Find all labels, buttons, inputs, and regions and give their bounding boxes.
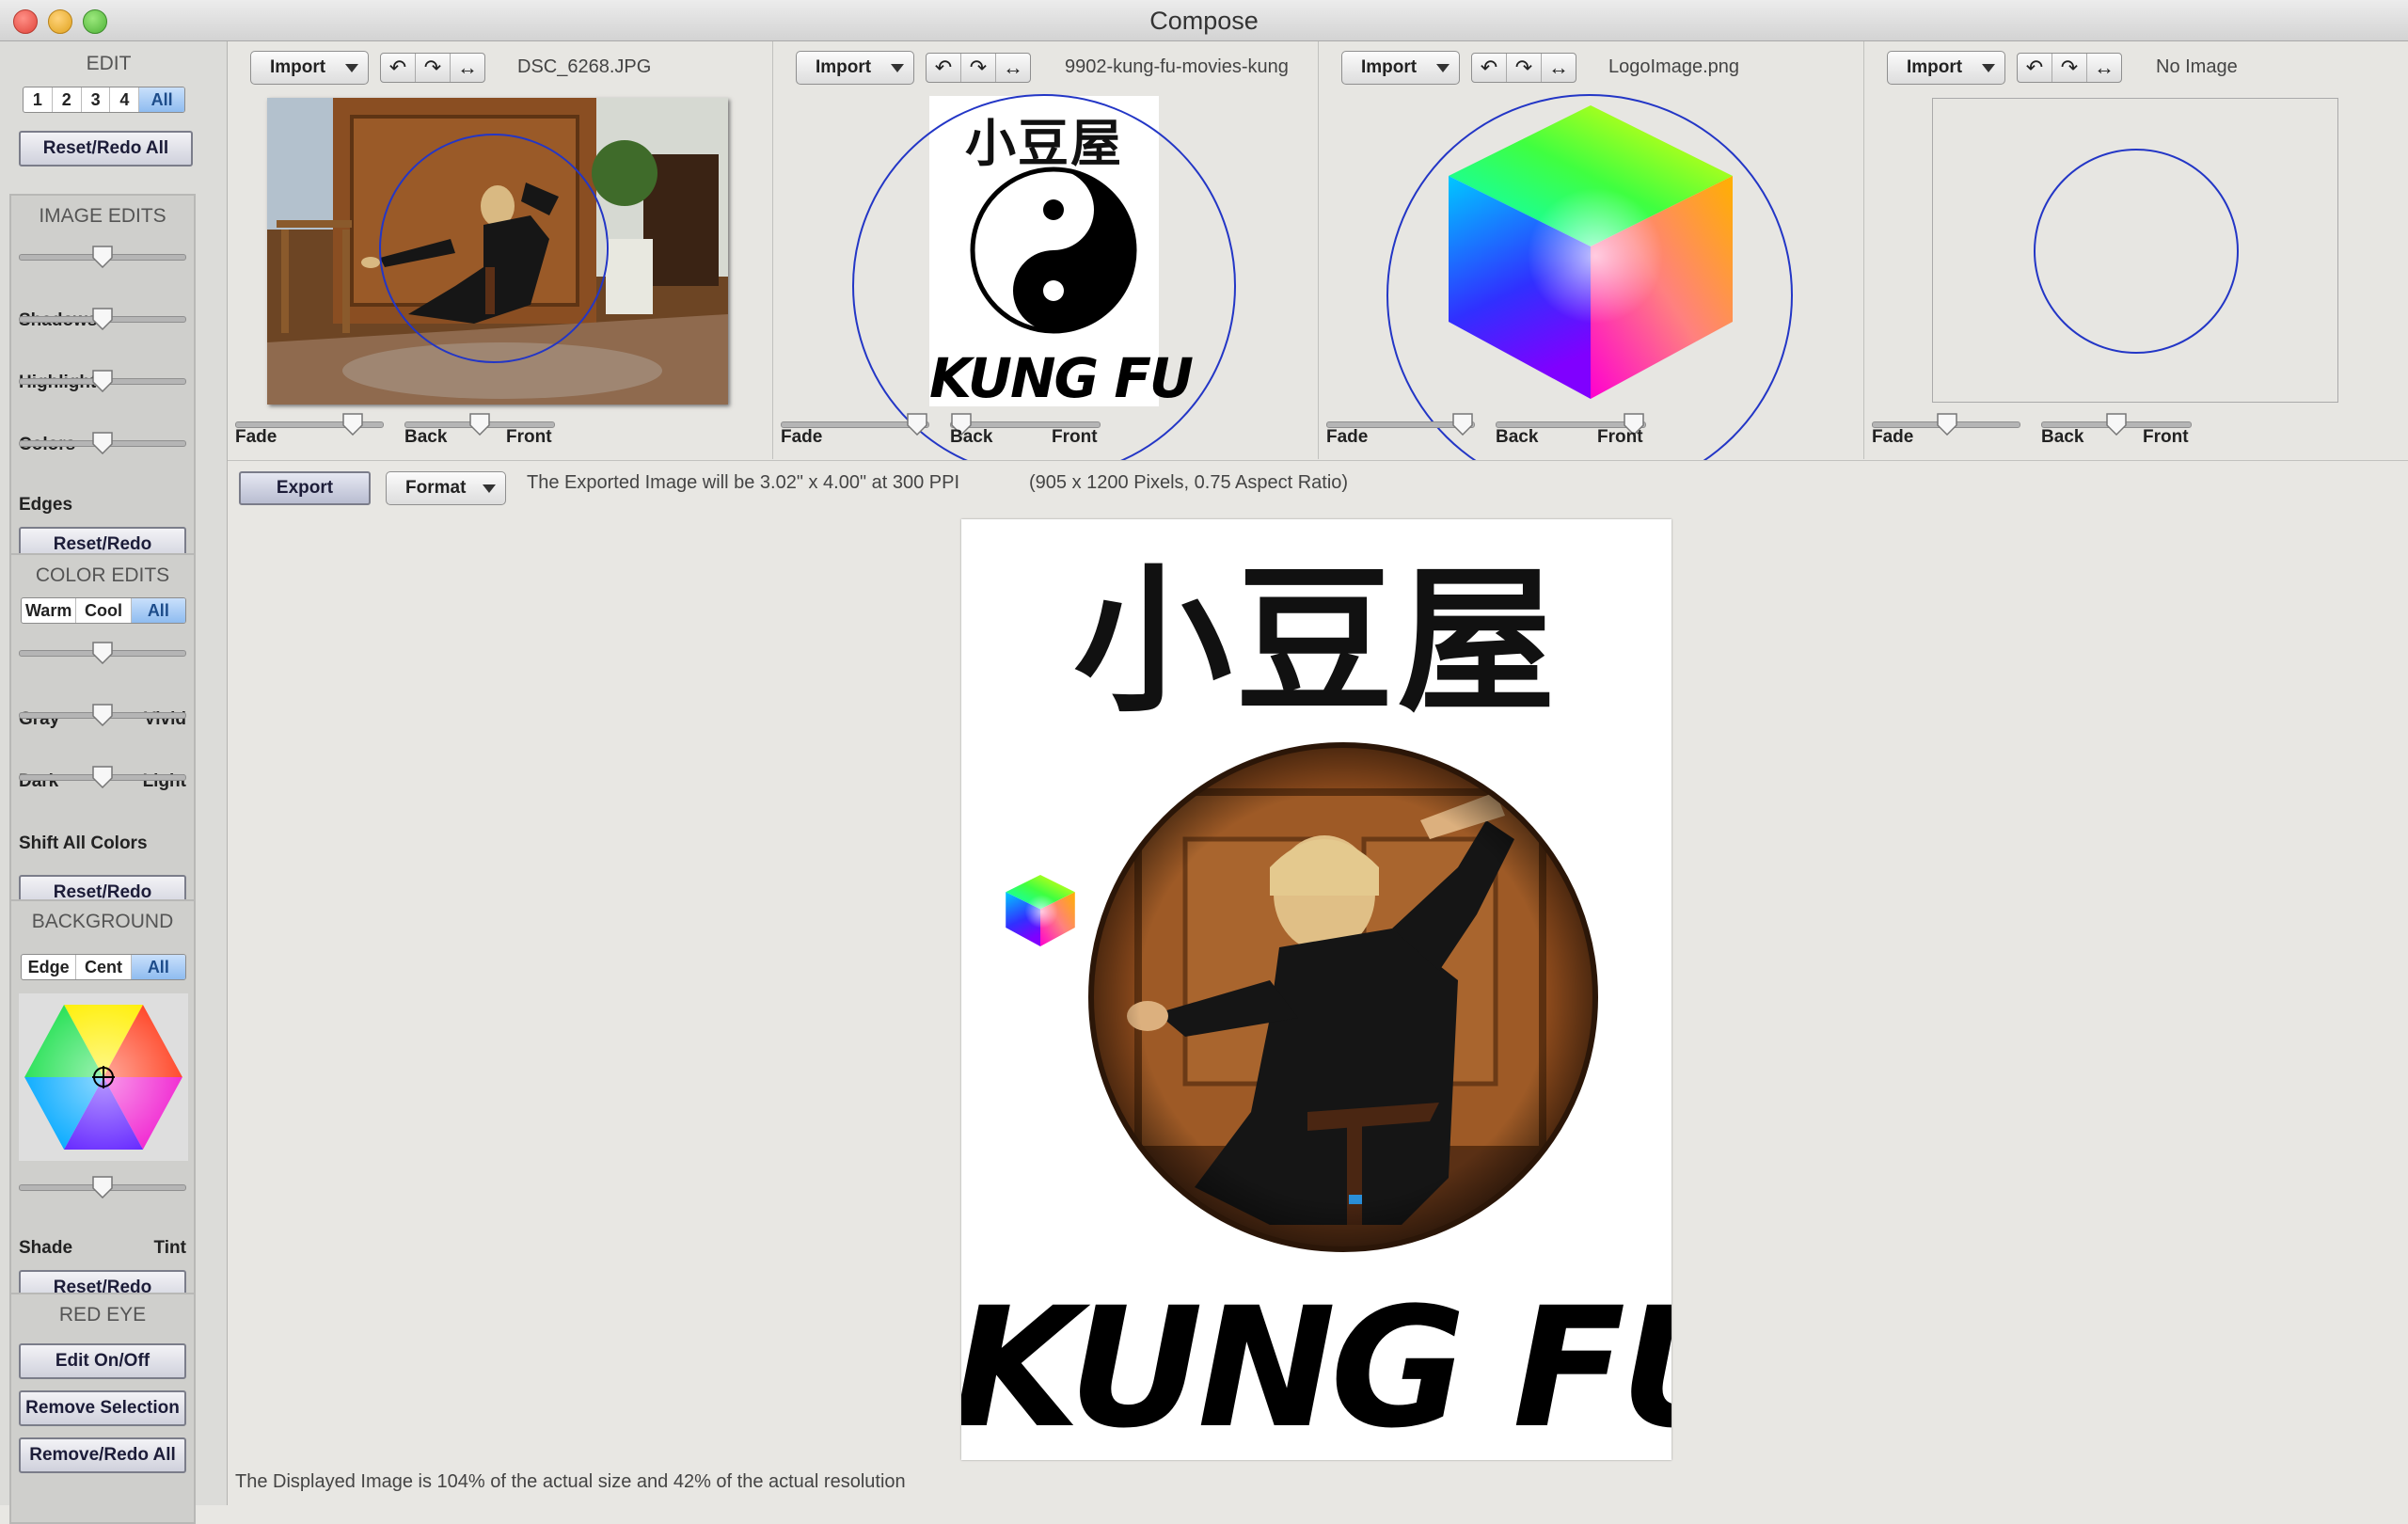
export-size-info: The Exported Image will be 3.02" x 4.00"…	[527, 472, 960, 493]
flip-horizontal-icon[interactable]: ↔	[451, 54, 484, 82]
export-button[interactable]: Export	[239, 471, 371, 505]
file-name: DSC_6268.JPG	[517, 56, 652, 77]
fade-label: Fade	[781, 427, 823, 447]
edit-on-off-button[interactable]: Edit On/Off	[19, 1343, 186, 1379]
background-group: BACKGROUND Edge Cent All Shade Tint Rese…	[9, 899, 196, 1319]
front-label: Front	[1597, 427, 1643, 447]
circular-photo	[1088, 742, 1598, 1252]
kanji-title: 小豆屋	[1073, 548, 1560, 734]
transform-tools: ↶ ↷ ↔	[1471, 53, 1576, 83]
edges-label: Edges	[19, 495, 73, 515]
fade-label: Fade	[1326, 427, 1369, 447]
fade-label: Fade	[235, 427, 277, 447]
flip-horizontal-icon[interactable]: ↔	[2087, 54, 2121, 82]
window-title: Compose	[1149, 7, 1259, 35]
background-color-picker[interactable]	[19, 993, 188, 1161]
rotate-left-icon[interactable]: ↶	[2018, 54, 2052, 82]
edit-title: EDIT	[86, 53, 132, 74]
shade-label: Shade	[19, 1238, 73, 1258]
back-label: Back	[1496, 427, 1539, 447]
import-button[interactable]: Import	[796, 51, 914, 85]
crop-circle[interactable]	[1386, 94, 1793, 497]
rotate-left-icon[interactable]: ↶	[927, 54, 961, 82]
transform-tools: ↶ ↷ ↔	[380, 53, 485, 83]
color-edits-title: COLOR EDITS	[35, 564, 170, 586]
remove-selection-button[interactable]: Remove Selection	[19, 1390, 186, 1426]
file-name: 9902-kung-fu-movies-kung	[1065, 56, 1289, 77]
crop-circle[interactable]	[379, 134, 609, 363]
rotate-left-icon[interactable]: ↶	[1472, 54, 1507, 82]
colors-slider[interactable]	[19, 370, 186, 392]
edit-tab-1[interactable]: 1	[24, 87, 53, 112]
background-tab-cent[interactable]: Cent	[76, 955, 132, 979]
edit-layer-selector: 1 2 3 4 All	[23, 87, 185, 113]
color-hexagon-icon[interactable]	[19, 993, 188, 1161]
flip-horizontal-icon[interactable]: ↔	[996, 54, 1030, 82]
rotate-right-icon[interactable]: ↷	[961, 54, 996, 82]
background-title: BACKGROUND	[31, 911, 174, 932]
layer-panel-3: Import ↶ ↷ ↔ LogoImage.png Fade Back Front	[1319, 41, 1864, 497]
sidebar: EDIT 1 2 3 4 All Reset/Redo All IMAGE ED…	[0, 41, 228, 1524]
color-tab-cool[interactable]: Cool	[76, 598, 132, 623]
rotate-right-icon[interactable]: ↷	[2052, 54, 2087, 82]
import-button[interactable]: Import	[1341, 51, 1460, 85]
color-tab-all[interactable]: All	[131, 598, 185, 623]
reset-redo-all-button[interactable]: Reset/Redo All	[19, 131, 193, 167]
edit-tab-4[interactable]: 4	[110, 87, 140, 112]
edit-tab-3[interactable]: 3	[82, 87, 111, 112]
status-text: The Displayed Image is 104% of the actua…	[235, 1471, 906, 1492]
fade-label: Fade	[1872, 427, 1914, 447]
layer-panel-2: Import ↶ ↷ ↔ 9902-kung-fu-movies-kung 小豆屋 …	[773, 41, 1319, 478]
edit-tab-all[interactable]: All	[139, 87, 184, 112]
file-name: No Image	[2156, 56, 2238, 77]
shift-all-colors-label: Shift All Colors	[19, 833, 148, 853]
file-name: LogoImage.png	[1608, 56, 1740, 77]
background-selector: Edge Cent All	[21, 954, 186, 980]
composite-canvas[interactable]: 小豆屋 KUNG FU	[961, 519, 1671, 1460]
rotate-left-icon[interactable]: ↶	[381, 54, 416, 82]
back-label: Back	[2041, 427, 2084, 447]
import-button[interactable]: Import	[1887, 51, 2005, 85]
tint-label: Tint	[153, 1238, 186, 1258]
format-dropdown[interactable]: Format	[386, 471, 506, 505]
image-edits-title: IMAGE EDITS	[39, 205, 166, 227]
front-label: Front	[2143, 427, 2189, 447]
back-label: Back	[404, 427, 448, 447]
color-tab-warm[interactable]: Warm	[22, 598, 77, 623]
front-label: Front	[506, 427, 552, 447]
highlights-slider[interactable]	[19, 308, 186, 330]
remove-redo-all-button[interactable]: Remove/Redo All	[19, 1437, 186, 1473]
transform-tools: ↶ ↷ ↔	[926, 53, 1031, 83]
rotate-right-icon[interactable]: ↷	[1507, 54, 1542, 82]
color-edits-selector: Warm Cool All	[21, 597, 186, 624]
color-cube-icon	[1006, 875, 1075, 946]
shade-tint-slider[interactable]	[19, 1176, 186, 1199]
pixel-size-info: (905 x 1200 Pixels, 0.75 Aspect Ratio)	[1029, 472, 1349, 493]
crop-circle[interactable]	[2034, 149, 2239, 354]
image-edits-group: IMAGE EDITS Shadows Highlights Colors Ed…	[9, 194, 196, 572]
red-eye-title: RED EYE	[58, 1304, 147, 1326]
shift-colors-slider[interactable]	[19, 766, 186, 788]
transform-tools: ↶ ↷ ↔	[2017, 53, 2122, 83]
rotate-right-icon[interactable]: ↷	[416, 54, 451, 82]
edges-slider[interactable]	[19, 432, 186, 454]
color-edits-group: COLOR EDITS Warm Cool All Gray Vivid Dar…	[9, 553, 196, 924]
kung-fu-banner: KUNG FU	[961, 1272, 1671, 1460]
shadows-slider[interactable]	[19, 246, 186, 268]
front-label: Front	[1052, 427, 1098, 447]
title-bar: Compose	[0, 0, 2408, 41]
back-label: Back	[950, 427, 993, 447]
layer-panel-1: Import ↶ ↷ ↔ DSC_6268.JPG Fade Back Fron…	[228, 41, 773, 459]
import-button[interactable]: Import	[250, 51, 369, 85]
red-eye-group: RED EYE Edit On/Off Remove Selection Rem…	[9, 1293, 196, 1524]
flip-horizontal-icon[interactable]: ↔	[1542, 54, 1576, 82]
layer-panel-4: Import ↶ ↷ ↔ No Image Fade Back Front	[1864, 41, 2408, 459]
gray-vivid-slider[interactable]	[19, 642, 186, 664]
background-tab-edge[interactable]: Edge	[22, 955, 77, 979]
dark-light-slider[interactable]	[19, 704, 186, 726]
edit-tab-2[interactable]: 2	[53, 87, 82, 112]
background-tab-all[interactable]: All	[131, 955, 185, 979]
